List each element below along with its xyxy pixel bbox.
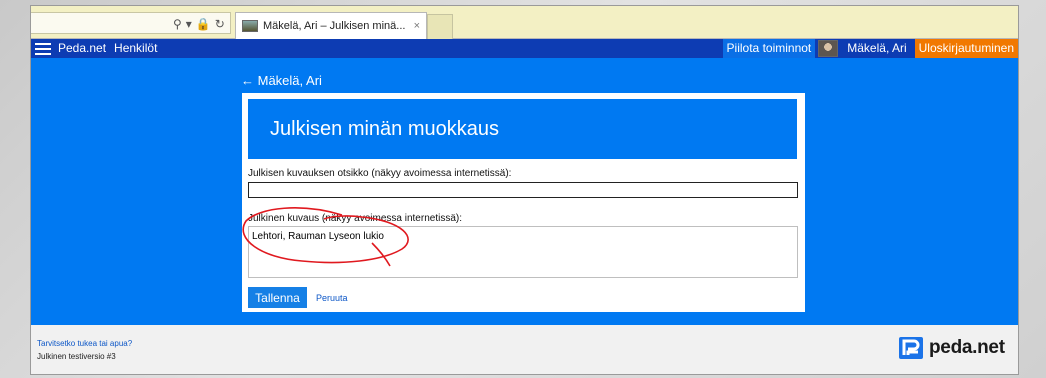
- peda-net-logo-icon: [899, 337, 923, 359]
- close-tab-icon[interactable]: ×: [414, 20, 420, 32]
- address-bar-icons: ⚲ ▾ 🔒 ↻: [173, 15, 225, 33]
- hamburger-menu-icon[interactable]: [32, 39, 54, 58]
- top-right-actions: Piilota toiminnot Mäkelä, Ari Uloskirjau…: [722, 39, 1018, 58]
- tab-title: Mäkelä, Ari – Julkisen minä...: [263, 20, 406, 32]
- version-text: Julkinen testiversio #3: [37, 352, 116, 361]
- avatar: [818, 40, 839, 57]
- brand-name: peda.net: [929, 337, 1005, 358]
- help-link[interactable]: Tarvitsetko tukea tai apua?: [37, 339, 132, 348]
- refresh-icon[interactable]: ↻: [215, 16, 225, 32]
- description-textarea[interactable]: Lehtori, Rauman Lyseon lukio: [248, 226, 798, 278]
- top-navigation-bar: Peda.net Henkilöt Piilota toiminnot Mäke…: [31, 39, 1018, 58]
- page-footer: Tarvitsetko tukea tai apua? Julkinen tes…: [31, 325, 1018, 374]
- page-content: Peda.net Henkilöt Piilota toiminnot Mäke…: [31, 39, 1018, 325]
- back-link[interactable]: ← Mäkelä, Ari: [241, 73, 322, 88]
- hide-functions-button[interactable]: Piilota toiminnot: [722, 39, 816, 58]
- footer-brand: peda.net: [899, 337, 1005, 359]
- brand-link[interactable]: Peda.net: [54, 39, 110, 58]
- search-icon[interactable]: ⚲: [173, 16, 182, 32]
- user-name[interactable]: Mäkelä, Ari: [843, 39, 910, 58]
- lock-icon: 🔒: [195, 17, 211, 31]
- description-field-label: Julkinen kuvaus (näkyy avoimessa interne…: [248, 213, 462, 224]
- user-menu[interactable]: Mäkelä, Ari: [815, 39, 915, 58]
- page-title: Julkisen minän muokkaus: [248, 99, 797, 159]
- dropdown-icon[interactable]: ▾: [186, 16, 192, 32]
- browser-window: ⚲ ▾ 🔒 ↻ Mäkelä, Ari – Julkisen minä... ×…: [30, 5, 1019, 375]
- nav-link-people[interactable]: Henkilöt: [110, 39, 161, 58]
- browser-tab[interactable]: Mäkelä, Ari – Julkisen minä... ×: [235, 12, 427, 39]
- title-field-label: Julkisen kuvauksen otsikko (näkyy avoime…: [248, 168, 512, 179]
- save-button[interactable]: Tallenna: [248, 287, 307, 308]
- title-input[interactable]: [248, 182, 798, 198]
- favicon-icon: [242, 20, 258, 32]
- edit-form-card: Julkisen minän muokkaus Julkisen kuvauks…: [242, 93, 805, 312]
- browser-toolbar: ⚲ ▾ 🔒 ↻ Mäkelä, Ari – Julkisen minä... ×: [31, 6, 1018, 39]
- new-tab-button[interactable]: [427, 14, 453, 39]
- cancel-link[interactable]: Peruuta: [316, 293, 348, 303]
- logout-button[interactable]: Uloskirjautuminen: [914, 39, 1018, 58]
